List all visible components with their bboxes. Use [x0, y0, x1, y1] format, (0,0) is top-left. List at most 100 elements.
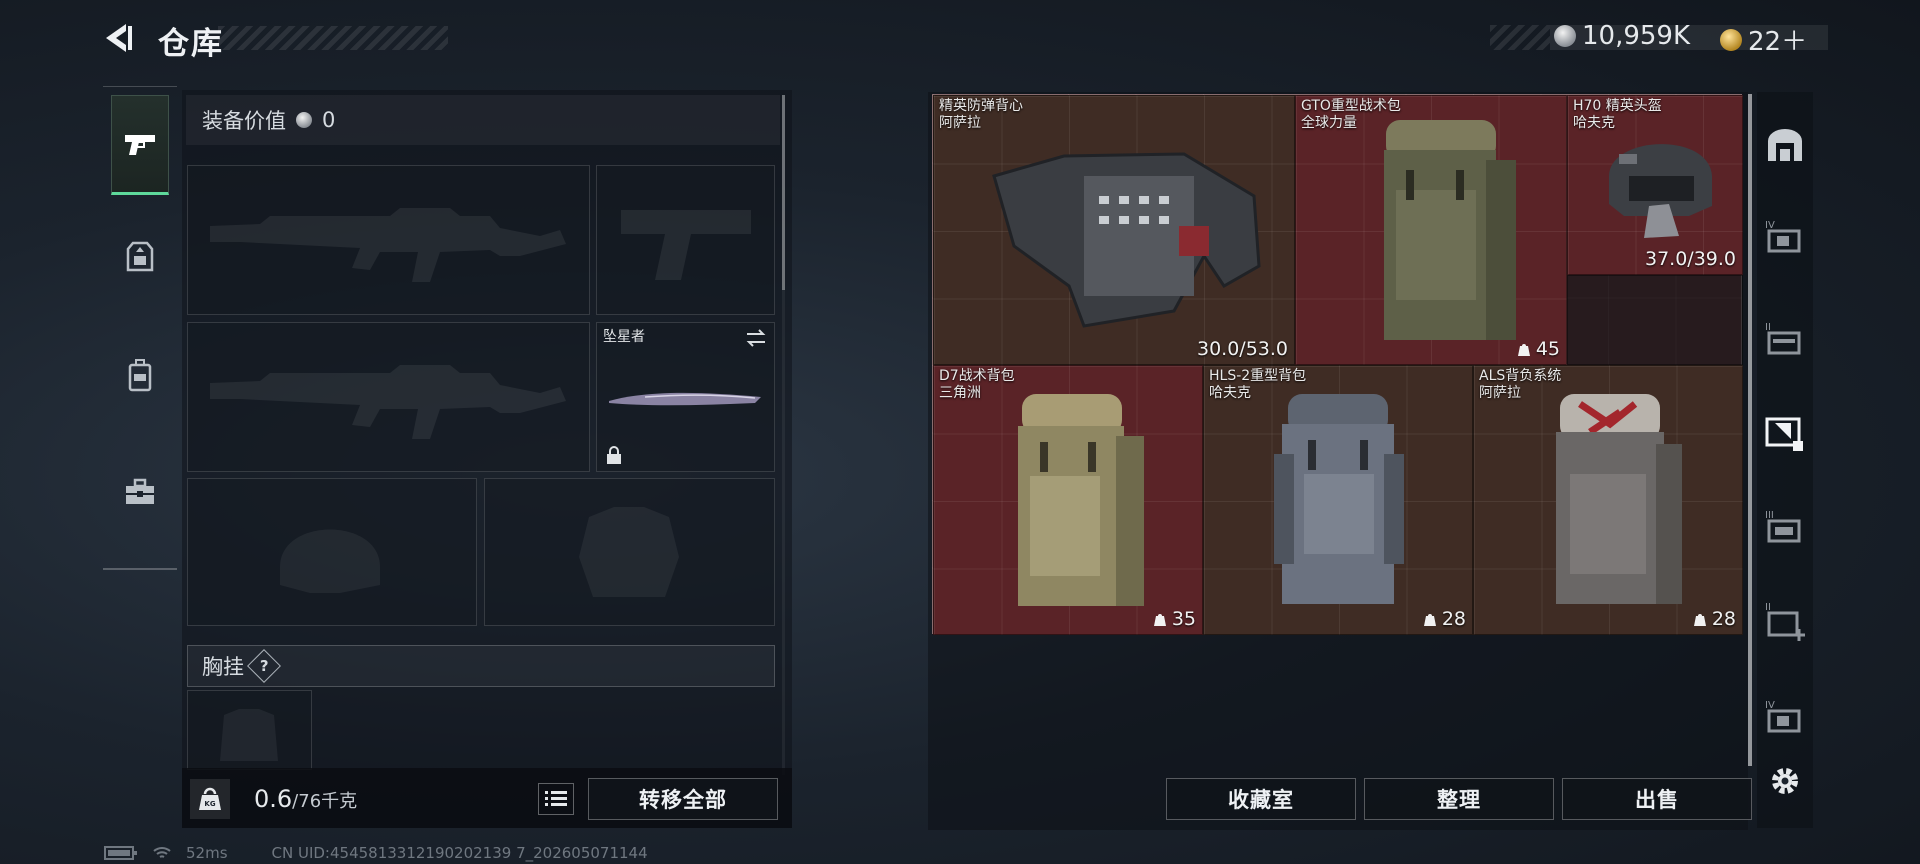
item-capacity: 28 — [1692, 608, 1736, 630]
primary-weapon-slot[interactable] — [187, 165, 590, 315]
assault-rifle-silhouette-icon — [210, 208, 566, 282]
lock-icon — [607, 446, 621, 464]
carry-weight-current: 0.6 — [254, 785, 293, 813]
capacity-bag-icon — [1423, 614, 1436, 626]
tactical-backpack-icon — [1018, 394, 1144, 606]
equipment-scroll-thumb[interactable] — [782, 95, 785, 290]
carry-weight-readout: 0.6/76千克 — [254, 785, 357, 813]
category-selected-case[interactable] — [1762, 408, 1808, 454]
category-case-ii-add[interactable]: II — [1762, 598, 1808, 644]
storage-item-gto-pack[interactable]: GTO重型战术包 全球力量 45 — [1295, 95, 1567, 365]
sidearm-slot[interactable] — [596, 165, 775, 315]
title-decoration — [218, 26, 448, 50]
svg-text:III: III — [1765, 510, 1774, 521]
chest-rig-label: 胸挂 — [202, 655, 244, 679]
storage-item-d7-pack[interactable]: D7战术背包 三角洲 35 — [933, 365, 1203, 635]
toolbox-icon — [126, 478, 154, 504]
svg-text:II: II — [1765, 322, 1771, 333]
sort-button[interactable]: 整理 — [1364, 778, 1554, 820]
case-iv-b-icon: IV — [1765, 700, 1801, 733]
equipment-value-label: 装备价值 — [202, 109, 286, 133]
case-iv-icon: IV — [1765, 220, 1801, 253]
empty-storage-cell[interactable] — [1567, 275, 1743, 365]
storage-scrollbar[interactable] — [1748, 94, 1752, 766]
wifi-icon — [153, 847, 171, 858]
item-name-label: 精英防弹背心 阿萨拉 — [939, 98, 1023, 131]
capacity-bag-icon — [1693, 614, 1706, 626]
case-ii-add-icon: II — [1765, 602, 1805, 641]
silver-currency: 10,959K — [1554, 21, 1690, 51]
helmet-slot[interactable] — [187, 478, 477, 626]
heavy-backpack-icon — [1384, 120, 1516, 340]
gold-currency[interactable]: 22＋ — [1720, 21, 1807, 58]
item-capacity: 28 — [1422, 608, 1466, 630]
list-view-button[interactable] — [538, 783, 574, 815]
armor-rig-icon — [126, 241, 154, 272]
heavy-backpack-icon — [1556, 394, 1682, 604]
tactical-helmet-icon — [1609, 144, 1712, 238]
back-arrow-icon — [106, 24, 132, 52]
chest-rig-section-header: 胸挂 ? — [187, 645, 775, 687]
weight-icon: KG — [190, 779, 230, 819]
body-armor-vest-icon — [992, 152, 1261, 328]
helmet-silhouette-icon — [280, 529, 380, 593]
page-title: 仓库 — [158, 26, 224, 62]
capacity-bag-icon — [1517, 344, 1530, 356]
equipment-value-header: 装备价值 0 — [186, 95, 780, 145]
secondary-weapon-slot[interactable] — [187, 322, 590, 472]
user-uid: CN UID:4545813312190202139 7_20260507114… — [271, 844, 648, 862]
equipment-value: 0 — [322, 108, 336, 132]
sell-button[interactable]: 出售 — [1562, 778, 1752, 820]
storage-item-h70-helmet[interactable]: H70 精英头盔 哈夫克 37.0/39.0 — [1567, 95, 1743, 275]
tab-armor[interactable] — [111, 207, 169, 307]
ping-readout: 52ms — [186, 844, 228, 862]
transfer-all-button[interactable]: 转移全部 — [588, 778, 778, 820]
body-armor-slot[interactable] — [484, 478, 775, 626]
weight-icon-label: KG — [204, 800, 215, 808]
kettlebell-icon: KG — [199, 787, 221, 810]
capacity-bag-icon — [1153, 614, 1166, 626]
list-icon — [545, 791, 567, 806]
silver-coin-icon — [296, 112, 312, 128]
back-button[interactable] — [100, 18, 140, 58]
storage-vault-icon — [1768, 129, 1802, 161]
equipment-tab-rail — [103, 86, 177, 570]
svg-text:IV: IV — [1765, 220, 1775, 231]
case-selected-icon — [1765, 417, 1803, 451]
melee-slot[interactable]: 坠星者 — [596, 322, 775, 472]
gold-coin-icon — [1720, 28, 1742, 51]
item-capacity: 45 — [1516, 338, 1560, 360]
chest-rig-slot[interactable] — [187, 690, 312, 770]
storage-grid: 精英防弹背心 阿萨拉 30.0/53.0 GTO重型战术包 全球力量 45 H70 … — [932, 94, 1743, 635]
tab-weapons[interactable] — [111, 95, 169, 195]
melee-name: 坠星者 — [603, 329, 645, 345]
assault-rifle-silhouette-icon — [210, 365, 566, 439]
storage-item-hls2-pack[interactable]: HLS-2重型背包 哈夫克 28 — [1203, 365, 1473, 635]
swap-arrows-icon[interactable] — [744, 327, 768, 349]
gold-amount: 22＋ — [1748, 27, 1808, 57]
collection-room-button[interactable]: 收藏室 — [1166, 778, 1356, 820]
category-case-iv[interactable]: IV — [1762, 214, 1808, 260]
category-case-ii[interactable]: II — [1762, 316, 1808, 362]
storage-item-als-pack[interactable]: ALS背负系统 阿萨拉 28 — [1473, 365, 1743, 635]
pistol-silhouette-icon — [621, 210, 751, 280]
pistol-icon — [125, 135, 155, 155]
category-vault[interactable] — [1762, 122, 1808, 168]
settings-button[interactable] — [1762, 758, 1808, 804]
system-status-row: 52ms CN UID:4545813312190202139 7_202605… — [104, 844, 648, 862]
tab-tools[interactable] — [111, 442, 169, 542]
silver-coin-icon — [1554, 25, 1576, 47]
storage-item-vest[interactable]: 精英防弹背心 阿萨拉 30.0/53.0 — [933, 95, 1295, 365]
svg-text:II: II — [1765, 602, 1771, 613]
item-capacity: 35 — [1152, 608, 1196, 630]
item-durability: 30.0/53.0 — [1196, 338, 1288, 360]
currency-decoration — [1490, 25, 1550, 50]
category-case-iv-b[interactable]: IV — [1762, 694, 1808, 740]
case-iii-icon: III — [1765, 510, 1801, 543]
category-case-iii[interactable]: III — [1762, 504, 1808, 550]
tab-backpack[interactable] — [111, 325, 169, 425]
battery-icon — [104, 846, 137, 860]
gear-icon — [1772, 768, 1798, 794]
help-icon[interactable]: ? — [247, 649, 281, 683]
item-durability: 37.0/39.0 — [1644, 248, 1736, 270]
